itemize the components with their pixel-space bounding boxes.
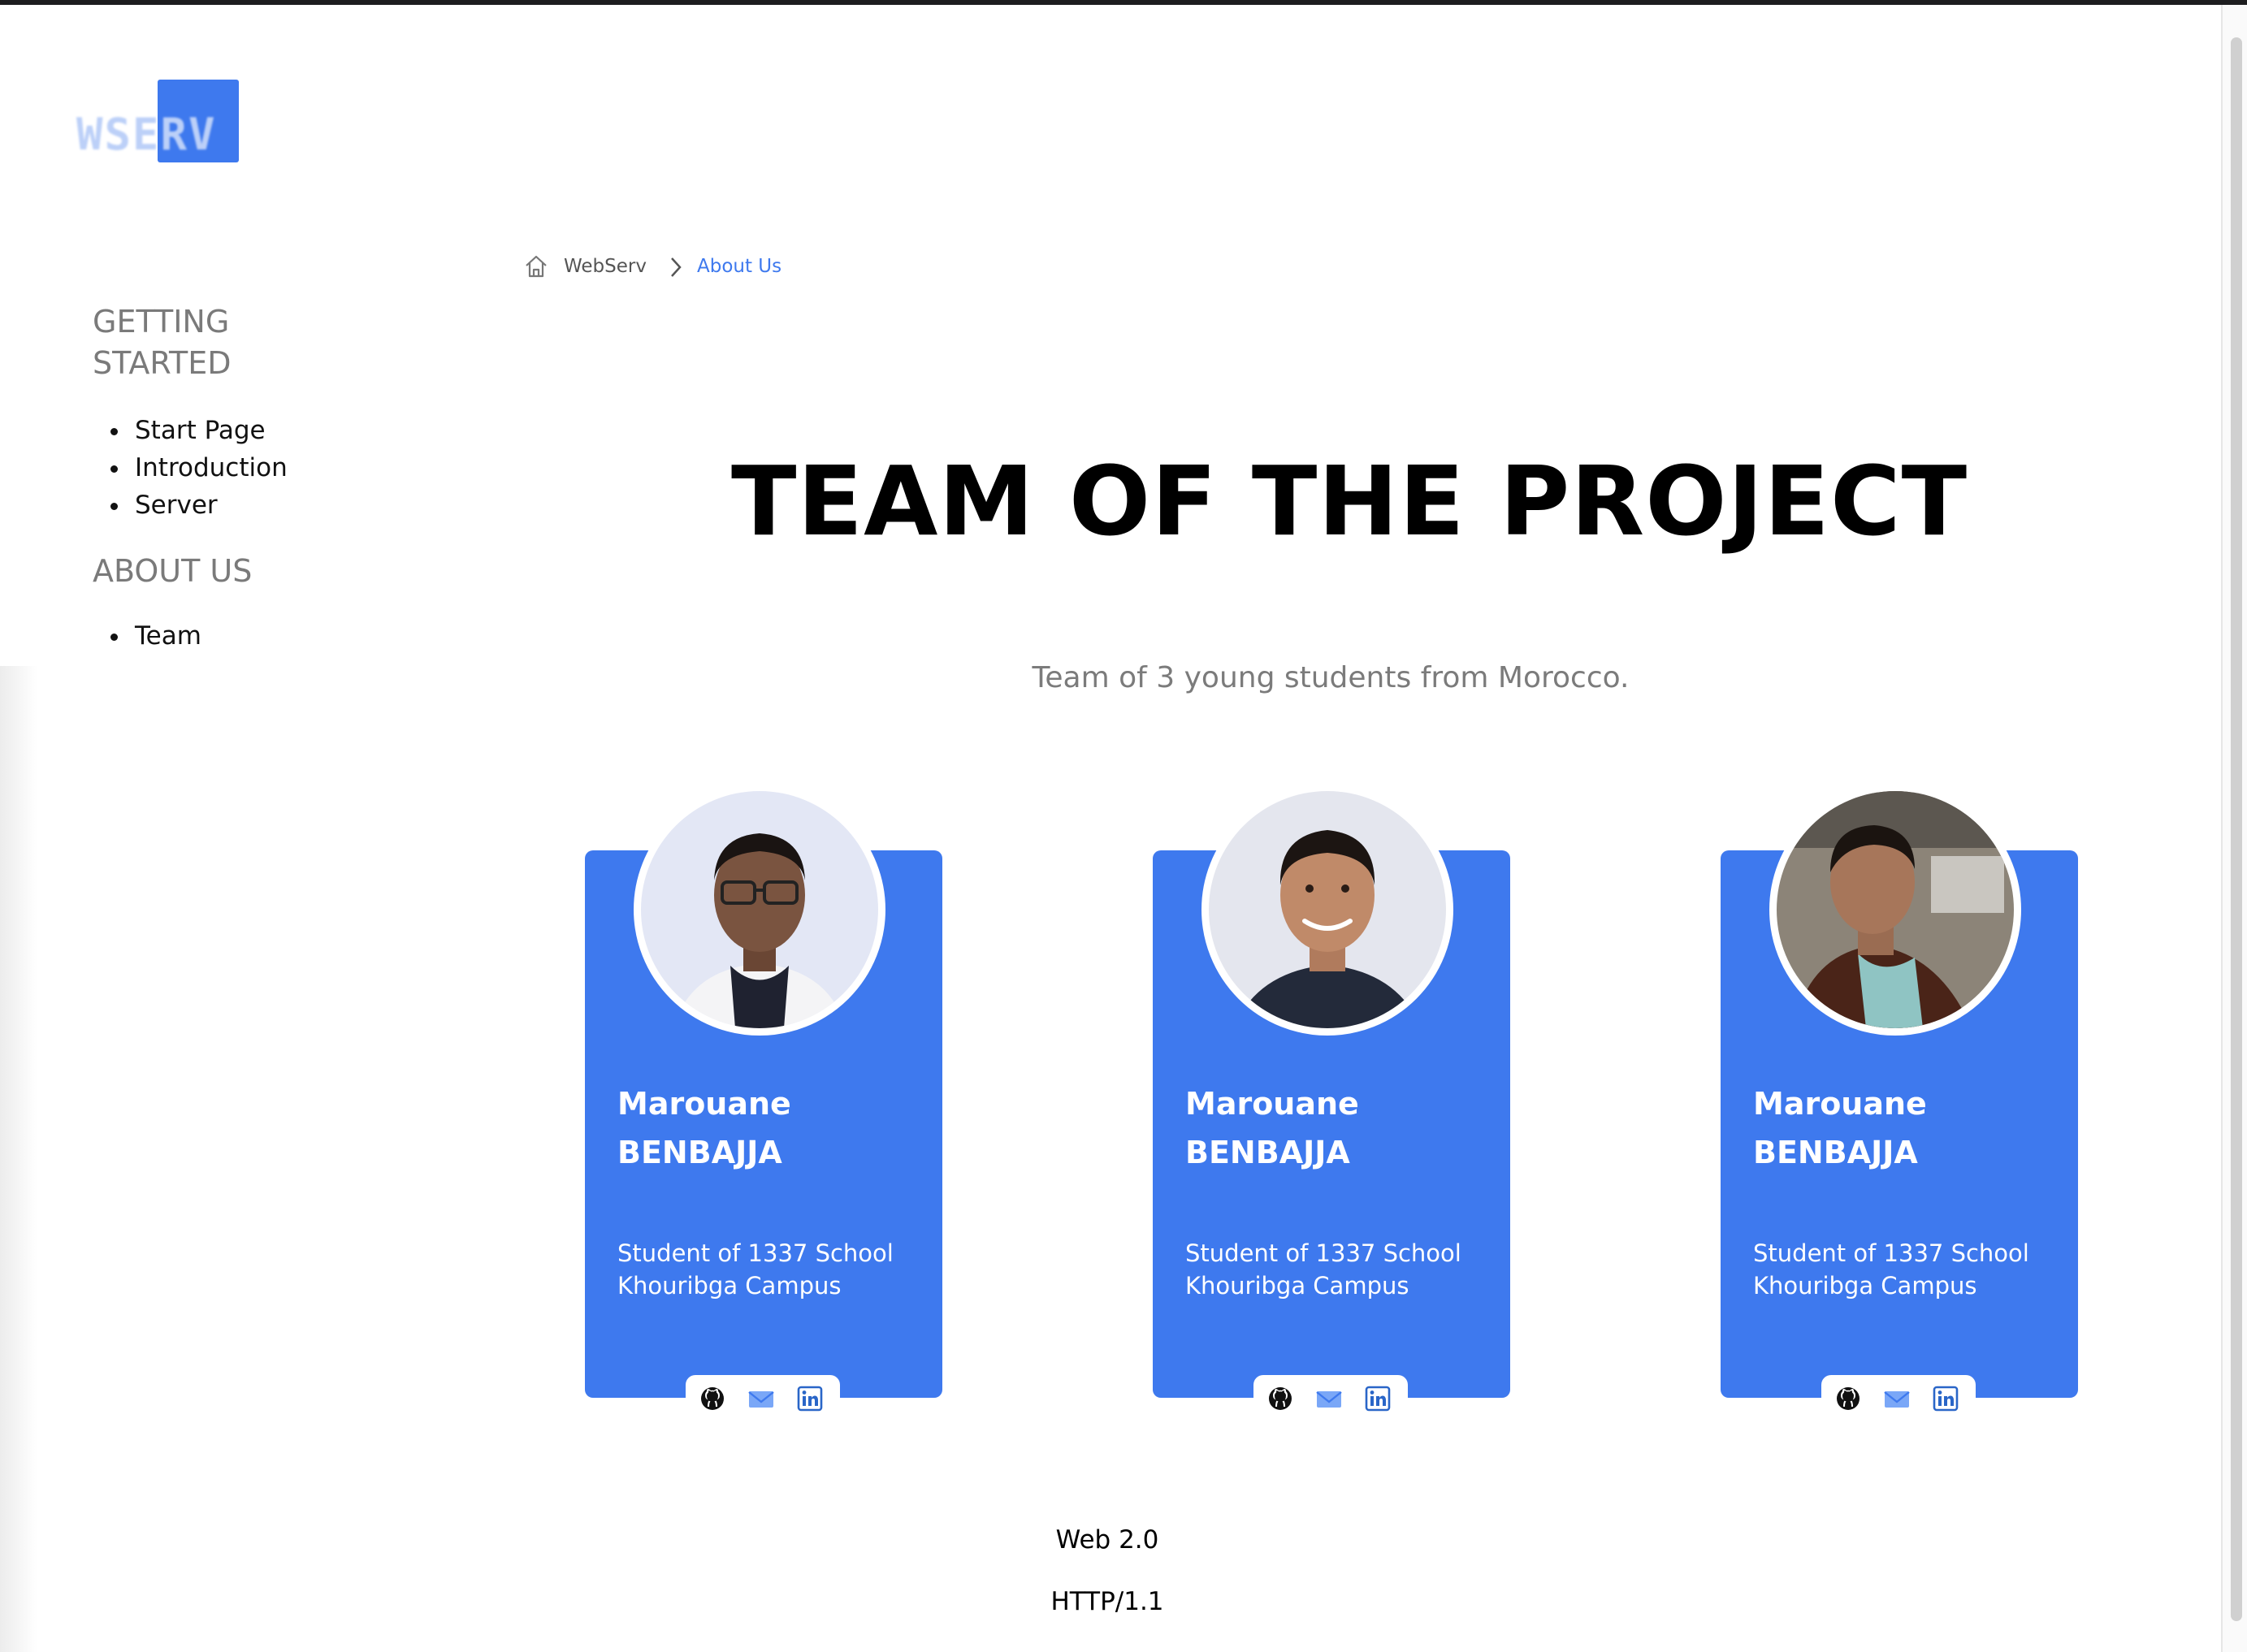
breadcrumb-home-link[interactable]: WebServ bbox=[564, 256, 647, 277]
member-last-name: BENBAJJA bbox=[617, 1135, 782, 1170]
member-role: Student of 1337 School Khouribga Campus bbox=[1753, 1237, 2062, 1302]
social-links bbox=[1821, 1375, 1976, 1419]
window-top-border bbox=[0, 0, 2247, 5]
sidebar-item-team[interactable]: Team bbox=[110, 617, 201, 655]
sidebar-item-introduction[interactable]: Introduction bbox=[110, 449, 288, 487]
member-campus-line: Khouribga Campus bbox=[617, 1272, 842, 1300]
sidebar-list-getting-started: Start Page Introduction Server bbox=[110, 412, 288, 524]
footer-web-version: Web 2.0 bbox=[1055, 1525, 1159, 1555]
home-icon[interactable] bbox=[523, 253, 549, 279]
sidebar-item-server[interactable]: Server bbox=[110, 487, 288, 524]
sidebar-heading-getting-started: GETTING STARTED bbox=[93, 304, 232, 381]
page-subtitle: Team of 3 young students from Morocco. bbox=[1032, 661, 1630, 694]
member-name: Marouane BENBAJJA bbox=[1753, 1079, 1927, 1177]
github-icon[interactable] bbox=[699, 1385, 726, 1412]
social-links bbox=[686, 1375, 840, 1419]
sidebar-item-start-page[interactable]: Start Page bbox=[110, 412, 288, 449]
member-last-name: BENBAJJA bbox=[1753, 1135, 1918, 1170]
member-campus-line: Khouribga Campus bbox=[1753, 1272, 1977, 1300]
scrollbar-thumb[interactable] bbox=[2231, 37, 2242, 1621]
team-card: Marouane BENBAJJA Student of 1337 School… bbox=[1153, 784, 1510, 1419]
linkedin-icon[interactable] bbox=[796, 1385, 824, 1412]
mail-icon[interactable] bbox=[1883, 1385, 1911, 1412]
site-logo[interactable]: WSERV bbox=[75, 76, 245, 166]
mail-icon[interactable] bbox=[1315, 1385, 1343, 1412]
breadcrumb-current[interactable]: About Us bbox=[697, 256, 781, 277]
member-name: Marouane BENBAJJA bbox=[617, 1079, 791, 1177]
member-role: Student of 1337 School Khouribga Campus bbox=[617, 1237, 926, 1302]
linkedin-icon[interactable] bbox=[1364, 1385, 1392, 1412]
avatar bbox=[634, 784, 885, 1036]
member-name: Marouane BENBAJJA bbox=[1185, 1079, 1359, 1177]
linkedin-icon[interactable] bbox=[1932, 1385, 1959, 1412]
footer-http-version: HTTP/1.1 bbox=[1050, 1587, 1164, 1616]
avatar bbox=[1201, 784, 1453, 1036]
member-first-name: Marouane bbox=[617, 1086, 791, 1122]
member-role-line: Student of 1337 School bbox=[1753, 1239, 2029, 1267]
scrollbar-track[interactable] bbox=[2221, 5, 2247, 1652]
member-role: Student of 1337 School Khouribga Campus bbox=[1185, 1237, 1494, 1302]
github-icon[interactable] bbox=[1266, 1385, 1294, 1412]
member-campus-line: Khouribga Campus bbox=[1185, 1272, 1409, 1300]
social-links bbox=[1253, 1375, 1408, 1419]
sidebar-list-about-us: Team bbox=[110, 617, 201, 655]
member-first-name: Marouane bbox=[1753, 1086, 1927, 1122]
mail-icon[interactable] bbox=[747, 1385, 775, 1412]
github-icon[interactable] bbox=[1834, 1385, 1862, 1412]
member-first-name: Marouane bbox=[1185, 1086, 1359, 1122]
page-title: TEAM OF THE PROJECT bbox=[731, 445, 1968, 557]
avatar bbox=[1769, 784, 2021, 1036]
left-edge-shadow bbox=[0, 666, 37, 1652]
team-card: Marouane BENBAJJA Student of 1337 School… bbox=[1721, 784, 2078, 1419]
logo-text: WSERV bbox=[76, 109, 217, 160]
member-role-line: Student of 1337 School bbox=[617, 1239, 894, 1267]
member-role-line: Student of 1337 School bbox=[1185, 1239, 1461, 1267]
sidebar-heading-about-us: ABOUT US bbox=[93, 553, 253, 589]
chevron-right-icon bbox=[671, 257, 682, 277]
member-last-name: BENBAJJA bbox=[1185, 1135, 1350, 1170]
team-card: Marouane BENBAJJA Student of 1337 School… bbox=[585, 784, 942, 1419]
